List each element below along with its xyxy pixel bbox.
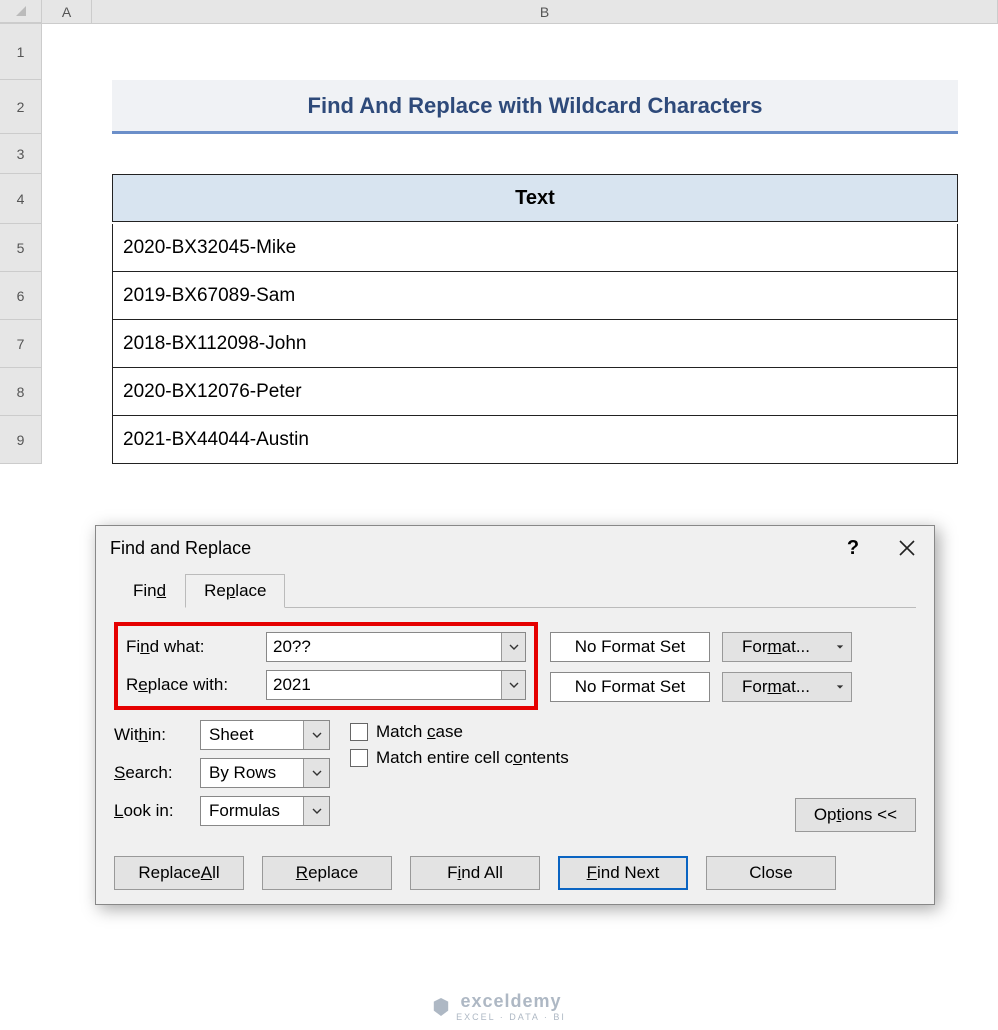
find-what-label: Find what: xyxy=(126,637,256,657)
dialog-tabs: Find Replace xyxy=(114,574,916,608)
row-header-5[interactable]: 5 xyxy=(0,224,42,272)
lookin-label: Look in: xyxy=(114,801,190,821)
cell-B2[interactable]: Find And Replace with Wildcard Character… xyxy=(92,80,998,134)
chevron-down-icon[interactable] xyxy=(829,673,851,701)
within-combo[interactable]: Sheet xyxy=(200,720,330,750)
chevron-down-icon[interactable] xyxy=(303,797,329,825)
cell-B9[interactable]: 2021-BX44044-Austin xyxy=(92,416,998,464)
select-all-corner[interactable] xyxy=(0,0,42,23)
within-label: Within: xyxy=(114,725,190,745)
replace-with-label: Replace with: xyxy=(126,675,256,695)
tab-find[interactable]: Find xyxy=(114,574,185,608)
search-combo[interactable]: By Rows xyxy=(200,758,330,788)
logo-icon xyxy=(432,998,450,1016)
match-case-label: Match case xyxy=(376,722,463,742)
cell-B7[interactable]: 2018-BX112098-John xyxy=(92,320,998,368)
replace-all-button[interactable]: Replace All xyxy=(114,856,244,890)
replace-with-combo[interactable] xyxy=(266,670,526,700)
cell-A6[interactable] xyxy=(42,272,92,320)
close-button[interactable]: Close xyxy=(706,856,836,890)
cell-A3[interactable] xyxy=(42,134,92,174)
cell-A5[interactable] xyxy=(42,224,92,272)
close-icon[interactable] xyxy=(880,526,934,570)
chevron-down-icon[interactable] xyxy=(501,671,525,699)
find-all-button[interactable]: Find All xyxy=(410,856,540,890)
column-header-row: A B xyxy=(0,0,998,24)
cell-B8[interactable]: 2020-BX12076-Peter xyxy=(92,368,998,416)
dialog-titlebar[interactable]: Find and Replace ? xyxy=(96,526,934,570)
spreadsheet: A B 1 2 Find And Replace with Wildcard C… xyxy=(0,0,998,464)
chevron-down-icon[interactable] xyxy=(829,633,851,661)
cell-A4[interactable] xyxy=(42,174,92,224)
cell-A1[interactable] xyxy=(42,24,92,80)
row-header-8[interactable]: 8 xyxy=(0,368,42,416)
help-button[interactable]: ? xyxy=(826,526,880,570)
chevron-down-icon[interactable] xyxy=(303,759,329,787)
table-row[interactable]: 2019-BX67089-Sam xyxy=(112,272,958,320)
table-header: Text xyxy=(112,174,958,222)
row-header-9[interactable]: 9 xyxy=(0,416,42,464)
row-header-4[interactable]: 4 xyxy=(0,174,42,224)
row-header-7[interactable]: 7 xyxy=(0,320,42,368)
find-what-input[interactable] xyxy=(267,633,501,661)
row-header-6[interactable]: 6 xyxy=(0,272,42,320)
find-format-preview: No Format Set xyxy=(550,632,710,662)
cell-A9[interactable] xyxy=(42,416,92,464)
table-row[interactable]: 2020-BX32045-Mike xyxy=(112,224,958,272)
find-next-button[interactable]: Find Next xyxy=(558,856,688,890)
find-replace-dialog: Find and Replace ? Find Replace Find wha… xyxy=(95,525,935,905)
match-entire-label: Match entire cell contents xyxy=(376,748,569,768)
dialog-title: Find and Replace xyxy=(110,538,826,559)
table-row[interactable]: 2020-BX12076-Peter xyxy=(112,368,958,416)
row-header-3[interactable]: 3 xyxy=(0,134,42,174)
cell-B3[interactable] xyxy=(92,134,998,174)
replace-format-button[interactable]: Format... xyxy=(722,672,852,702)
find-format-button[interactable]: Format... xyxy=(722,632,852,662)
find-what-combo[interactable] xyxy=(266,632,526,662)
cell-B4[interactable]: Text xyxy=(92,174,998,224)
column-header-A[interactable]: A xyxy=(42,0,92,23)
column-header-B[interactable]: B xyxy=(92,0,998,23)
replace-format-preview: No Format Set xyxy=(550,672,710,702)
table-row[interactable]: 2018-BX112098-John xyxy=(112,320,958,368)
cell-B5[interactable]: 2020-BX32045-Mike xyxy=(92,224,998,272)
highlight-box: Find what: Replace with: xyxy=(114,622,538,710)
replace-button[interactable]: Replace xyxy=(262,856,392,890)
table-row[interactable]: 2021-BX44044-Austin xyxy=(112,416,958,464)
chevron-down-icon[interactable] xyxy=(501,633,525,661)
cell-B6[interactable]: 2019-BX67089-Sam xyxy=(92,272,998,320)
cell-A2[interactable] xyxy=(42,80,92,134)
cell-A7[interactable] xyxy=(42,320,92,368)
lookin-combo[interactable]: Formulas xyxy=(200,796,330,826)
page-title: Find And Replace with Wildcard Character… xyxy=(308,93,763,119)
match-case-checkbox[interactable] xyxy=(350,723,368,741)
cell-A8[interactable] xyxy=(42,368,92,416)
options-button[interactable]: Options << xyxy=(795,798,916,832)
row-header-1[interactable]: 1 xyxy=(0,24,42,80)
cell-B1[interactable] xyxy=(92,24,998,80)
replace-with-input[interactable] xyxy=(267,671,501,699)
chevron-down-icon[interactable] xyxy=(303,721,329,749)
tab-replace[interactable]: Replace xyxy=(185,574,285,608)
search-label: Search: xyxy=(114,763,190,783)
watermark: exceldemy EXCEL · DATA · BI xyxy=(0,991,998,1022)
row-header-2[interactable]: 2 xyxy=(0,80,42,134)
match-entire-checkbox[interactable] xyxy=(350,749,368,767)
title-cell: Find And Replace with Wildcard Character… xyxy=(112,80,958,134)
